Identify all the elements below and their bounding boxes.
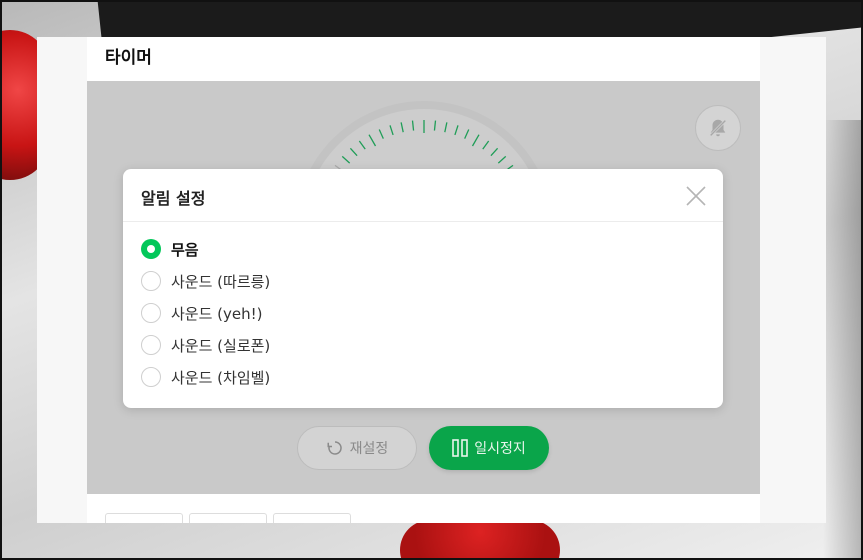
pause-icon xyxy=(452,439,469,457)
option-label: 사운드 (따르릉) xyxy=(171,272,271,291)
dial-tick xyxy=(341,155,351,164)
close-icon[interactable] xyxy=(685,185,707,207)
alarm-option-ring[interactable]: 사운드 (따르릉) xyxy=(141,269,270,293)
modal-title: 알림 설정 xyxy=(141,189,206,208)
option-label: 무음 xyxy=(171,240,199,259)
alarm-option-yeh[interactable]: 사운드 (yeh!) xyxy=(141,301,263,325)
dial-tick xyxy=(349,147,358,157)
left-gutter xyxy=(37,37,87,523)
dial-tick xyxy=(444,122,448,133)
dial-tick xyxy=(464,129,470,139)
bottom-tab[interactable] xyxy=(273,513,351,523)
dial-tick xyxy=(358,140,366,150)
reset-label: 재설정 xyxy=(349,441,389,457)
dial-tick xyxy=(400,122,404,133)
pause-button[interactable]: 일시정지 xyxy=(429,426,549,470)
background-red-shape xyxy=(400,520,560,560)
reset-icon xyxy=(327,441,342,455)
option-label: 사운드 (차임벨) xyxy=(171,368,271,387)
option-label: 사운드 (yeh!) xyxy=(171,304,263,323)
alarm-option-xylophone[interactable]: 사운드 (실로폰) xyxy=(141,333,270,357)
dial-tick xyxy=(497,155,507,164)
option-label: 사운드 (실로폰) xyxy=(171,336,271,355)
radio-button[interactable] xyxy=(141,303,161,323)
dial-tick xyxy=(389,125,394,136)
radio-button[interactable] xyxy=(141,367,161,387)
background-shadow xyxy=(823,120,863,560)
dial-tick xyxy=(368,134,377,147)
right-gutter xyxy=(760,37,826,523)
radio-button[interactable] xyxy=(141,335,161,355)
dial-tick xyxy=(482,140,490,150)
modal-header: 알림 설정 xyxy=(123,169,723,222)
card-title: 타이머 xyxy=(105,48,152,68)
bottom-tab[interactable] xyxy=(189,513,267,523)
mute-toggle-button[interactable] xyxy=(695,105,741,151)
bottom-tab[interactable] xyxy=(105,513,183,523)
alarm-settings-modal: 알림 설정 무음 사운드 (따르릉) 사운드 (yeh!) 사운드 (실로폰) … xyxy=(123,169,723,408)
reset-button[interactable]: 재설정 xyxy=(297,426,417,470)
dial-tick xyxy=(454,125,459,136)
bell-off-icon xyxy=(709,119,727,137)
dial-tick xyxy=(378,129,384,139)
alarm-option-mute[interactable]: 무음 xyxy=(141,237,199,261)
radio-button[interactable] xyxy=(141,271,161,291)
dial-tick xyxy=(490,147,499,157)
alarm-option-chime[interactable]: 사운드 (차임벨) xyxy=(141,365,270,389)
dial-tick xyxy=(411,120,415,131)
dial-tick xyxy=(471,134,480,147)
radio-button[interactable] xyxy=(141,239,161,259)
dial-tick xyxy=(433,120,437,131)
pause-label: 일시정지 xyxy=(474,441,526,457)
